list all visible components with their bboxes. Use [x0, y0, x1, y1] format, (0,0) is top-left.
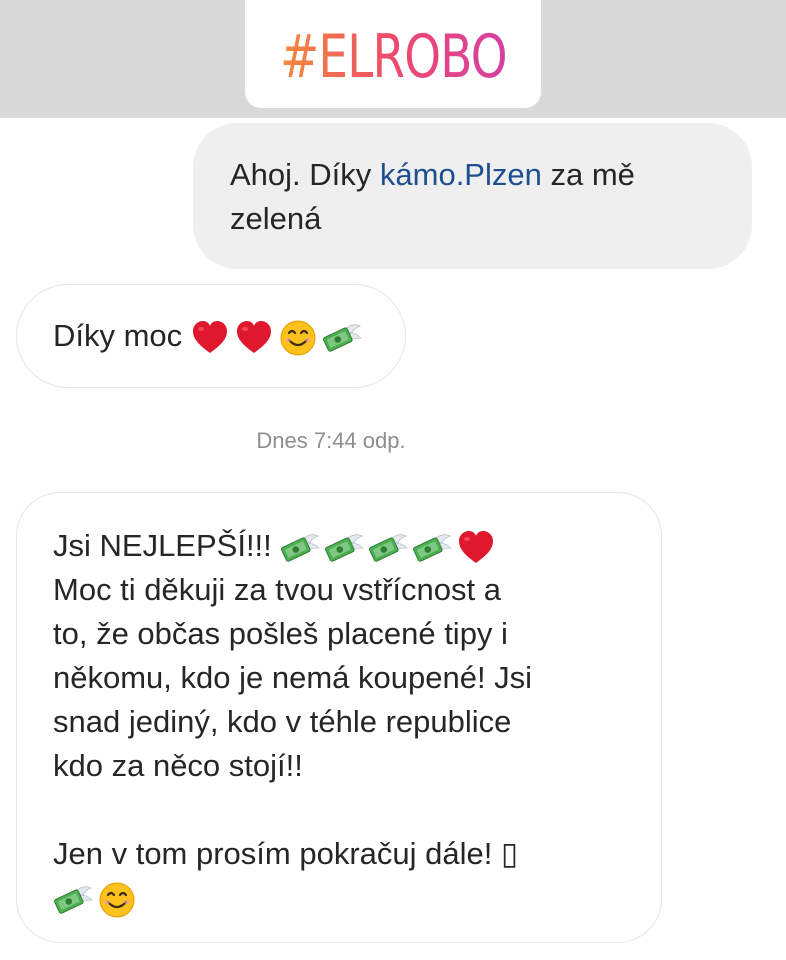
received-message-2-line-2: Moc ti děkuji za tvou vstřícnost a — [53, 572, 501, 607]
sent-text-prefix: Ahoj. Díky — [230, 157, 380, 192]
money-with-wings-icon — [412, 528, 452, 568]
sent-text-suffix: za mě — [541, 157, 635, 192]
sent-message-line-2: zelená — [230, 201, 322, 236]
received-message-2-line-3: to, že občas pošleš placené tipy i — [53, 616, 508, 651]
received-message-bubble-2[interactable]: Jsi NEJLEPŠÍ!!! Moc ti děkuji za tvou vs… — [16, 492, 662, 943]
user-mention-link[interactable]: kámo.Plzen — [380, 157, 542, 192]
heart-icon — [456, 528, 496, 568]
received-message-2-line-5: snad jediný, kdo v téhle republice — [53, 704, 512, 739]
heart-icon — [234, 318, 274, 358]
received-message-1-text: Díky moc — [53, 318, 183, 353]
header-band: #ELROBO — [0, 0, 786, 118]
received-message-2-line-6: kdo za něco stojí!! — [53, 748, 303, 783]
received-message-2-text-1: Jsi NEJLEPŠÍ!!! — [53, 528, 272, 563]
received-message-2-line-4: někomu, kdo je nemá koupené! Jsi — [53, 660, 533, 695]
received-message-2-line-8: Jen v tom prosím pokračuj dále! ▯ — [53, 836, 519, 871]
received-message-2-line-1: Jsi NEJLEPŠÍ!!! — [53, 524, 641, 568]
hashtag-text: #ELROBO — [279, 22, 508, 92]
message-timestamp: Dnes 7:44 odp. — [256, 428, 406, 453]
money-with-wings-icon — [280, 528, 320, 568]
smiling-face-icon — [278, 318, 318, 358]
hashtag-sticker: #ELROBO — [245, 0, 541, 108]
received-message-1-line: Díky moc — [53, 314, 405, 358]
emoji-row — [53, 880, 137, 920]
money-with-wings-icon — [368, 528, 408, 568]
heart-icon — [190, 318, 230, 358]
sent-message-line-1: Ahoj. Díky kámo.Plzen za mě — [230, 153, 716, 197]
sent-message-bubble[interactable]: Ahoj. Díky kámo.Plzen za mě zelená — [193, 123, 752, 269]
received-message-bubble-1[interactable]: Díky moc — [16, 284, 406, 388]
money-with-wings-icon — [322, 318, 362, 358]
received-message-2-last-line — [53, 876, 641, 920]
emoji-row — [190, 318, 362, 358]
money-with-wings-icon — [53, 880, 93, 920]
smiling-face-icon — [97, 880, 137, 920]
emoji-row — [280, 528, 496, 568]
money-with-wings-icon — [324, 528, 364, 568]
